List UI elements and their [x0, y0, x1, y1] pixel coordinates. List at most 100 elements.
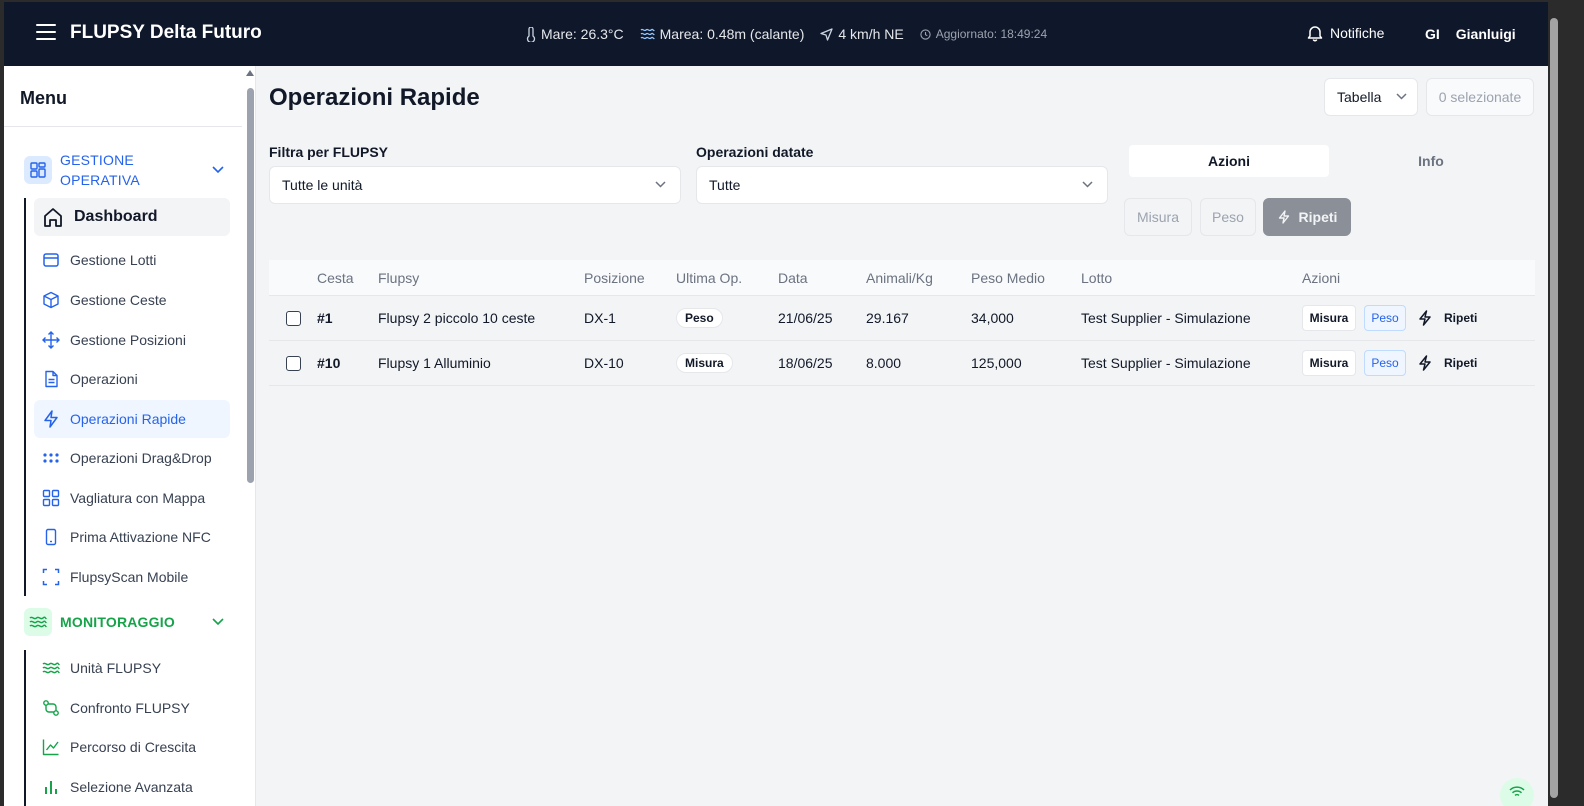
sidebar-item-label: Operazioni Rapide: [70, 411, 186, 427]
filter-dated-select[interactable]: Tutte: [696, 166, 1108, 204]
tree-line: [24, 650, 26, 806]
filter-flupsy-select[interactable]: Tutte le unità: [269, 166, 681, 204]
user-menu[interactable]: GI Gianluigi: [1425, 26, 1516, 42]
column-header: Peso Medio: [971, 269, 1045, 286]
section-monitoraggio[interactable]: MONITORAGGIO: [24, 608, 224, 636]
sidebar-item-label: Dashboard: [74, 208, 158, 225]
operations-table: Cesta Flupsy Posizione Ultima Op. Data A…: [269, 260, 1535, 386]
sidebar-item-label: FlupsyScan Mobile: [70, 569, 189, 585]
sidebar-scrollbar[interactable]: [245, 70, 255, 806]
page-title: Operazioni Rapide: [269, 84, 480, 111]
zap-icon: [1278, 210, 1289, 224]
sidebar-item-gestione-ceste[interactable]: Gestione Ceste: [34, 281, 230, 319]
sidebar-item-gestione-posizioni[interactable]: Gestione Posizioni: [34, 321, 230, 359]
column-header: Azioni: [1302, 269, 1341, 286]
ripeti-button[interactable]: Ripeti: [1418, 310, 1477, 326]
sidebar-item-operazioni-rapide[interactable]: Operazioni Rapide: [34, 400, 230, 438]
table-header: Cesta Flupsy Posizione Ultima Op. Data A…: [269, 260, 1535, 296]
top-bar: FLUPSY Delta Futuro Mare: 26.3°C Marea: …: [4, 2, 1548, 66]
column-header: Cesta: [317, 269, 354, 286]
mode-tabs: Azioni Info: [1126, 142, 1534, 180]
sidebar-item-dashboard[interactable]: Dashboard: [34, 198, 230, 236]
thermometer-icon: [526, 26, 536, 42]
selected-count: 0 selezionate: [1426, 78, 1534, 116]
sidebar-item-percorso-crescita[interactable]: Percorso di Crescita: [34, 728, 230, 766]
ripeti-button[interactable]: Ripeti: [1418, 355, 1477, 371]
row-checkbox[interactable]: [286, 310, 301, 326]
peso-button[interactable]: Peso: [1364, 350, 1406, 376]
column-header: Animali/Kg: [866, 269, 933, 286]
view-mode-select[interactable]: Tabella: [1324, 78, 1418, 116]
bulk-ripeti-button[interactable]: Ripeti: [1263, 198, 1351, 236]
cell-animali-kg: 29.167: [866, 310, 909, 326]
sidebar-item-label: Confronto FLUPSY: [70, 700, 190, 716]
misura-button[interactable]: Misura: [1302, 350, 1356, 376]
zap-icon: [1419, 355, 1431, 371]
last-updated: Aggiornato: 18:49:24: [935, 27, 1048, 41]
filter-dated-value: Tutte: [709, 177, 741, 193]
column-header: Posizione: [584, 269, 645, 286]
sidebar-item-confronto-flupsy[interactable]: Confronto FLUPSY: [34, 689, 230, 727]
sidebar-item-operazioni-dragdrop[interactable]: Operazioni Drag&Drop: [34, 439, 230, 477]
cell-animali-kg: 8.000: [866, 355, 902, 371]
bulk-misura-button[interactable]: Misura: [1124, 198, 1192, 236]
notifications-label: Notifiche: [1330, 25, 1385, 41]
column-header: Ultima Op.: [676, 269, 743, 286]
sidebar-item-prima-attivazione-nfc[interactable]: Prima Attivazione NFC: [34, 518, 230, 556]
sidebar-item-label: Selezione Avanzata: [70, 779, 193, 795]
cell-posizione: DX-1: [584, 310, 616, 326]
cell-peso-medio: 125,000: [971, 355, 1022, 371]
tab-azioni[interactable]: Azioni: [1129, 145, 1329, 177]
row-actions: Misura Peso Ripeti: [1302, 341, 1477, 385]
bell-icon: [1307, 26, 1323, 42]
sidebar-item-flupsyscan-mobile[interactable]: FlupsyScan Mobile: [34, 558, 230, 596]
row-checkbox[interactable]: [286, 355, 301, 371]
button-label: Ripeti: [1444, 311, 1478, 325]
page-scrollbar[interactable]: [1548, 0, 1584, 806]
button-label: Peso: [1212, 209, 1244, 225]
bulk-peso-button[interactable]: Peso: [1200, 198, 1256, 236]
table-row: #10 Flupsy 1 Alluminio DX-10 Misura 18/0…: [269, 341, 1535, 386]
sea-temperature: Mare: 26.3°C: [541, 26, 624, 42]
cell-peso-medio: 34,000: [971, 310, 1014, 326]
weather-strip: Mare: 26.3°C Marea: 0.48m (calante) 4 km…: [526, 26, 1063, 42]
grid-icon: [42, 489, 60, 507]
scrollbar-thumb[interactable]: [247, 88, 254, 483]
tab-info[interactable]: Info: [1331, 145, 1531, 177]
last-op-badge: Misura: [676, 353, 733, 373]
cell-cesta: #10: [317, 355, 341, 371]
divider: [4, 126, 242, 127]
section-gestione-operativa[interactable]: GESTIONE OPERATIVA: [24, 150, 224, 190]
cell-cesta: #1: [317, 310, 333, 326]
box-icon: [43, 253, 59, 267]
chevron-down-icon: [212, 618, 224, 626]
chevron-down-icon: [1396, 93, 1407, 100]
sidebar-item-label: Prima Attivazione NFC: [70, 529, 211, 545]
cell-data: 21/06/25: [778, 310, 833, 326]
scan-icon: [42, 568, 60, 586]
sidebar-item-label: Unità FLUPSY: [70, 660, 162, 676]
sidebar-item-selezione-avanzata[interactable]: Selezione Avanzata: [34, 768, 230, 806]
sidebar-item-vagliatura-mappa[interactable]: Vagliatura con Mappa: [34, 479, 230, 517]
peso-button[interactable]: Peso: [1364, 305, 1406, 331]
scroll-up-arrow-icon[interactable]: [246, 70, 254, 76]
connection-status-wifi-icon[interactable]: [1500, 778, 1534, 806]
cell-posizione: DX-10: [584, 355, 624, 371]
sidebar-item-gestione-lotti[interactable]: Gestione Lotti: [34, 241, 230, 279]
cell-flupsy: Flupsy 2 piccolo 10 ceste: [378, 310, 536, 326]
notifications-button[interactable]: Notifiche: [1306, 24, 1384, 42]
compare-icon: [43, 700, 59, 716]
sidebar-item-label: Gestione Posizioni: [70, 332, 186, 348]
column-header: Data: [778, 269, 808, 286]
hamburger-menu-icon[interactable]: [36, 24, 56, 40]
filter-dated-label: Operazioni datate: [696, 144, 814, 160]
sidebar-item-unita-flupsy[interactable]: Unità FLUPSY: [34, 649, 230, 687]
row-actions: Misura Peso Ripeti: [1302, 296, 1477, 340]
sidebar-item-label: Vagliatura con Mappa: [70, 490, 206, 506]
scrollbar-thumb[interactable]: [1550, 18, 1558, 798]
button-label: Misura: [1136, 209, 1179, 225]
section-label: MONITORAGGIO: [60, 614, 175, 630]
misura-button[interactable]: Misura: [1302, 305, 1356, 331]
waves-icon: [640, 28, 655, 40]
sidebar-item-operazioni[interactable]: Operazioni: [34, 360, 230, 398]
